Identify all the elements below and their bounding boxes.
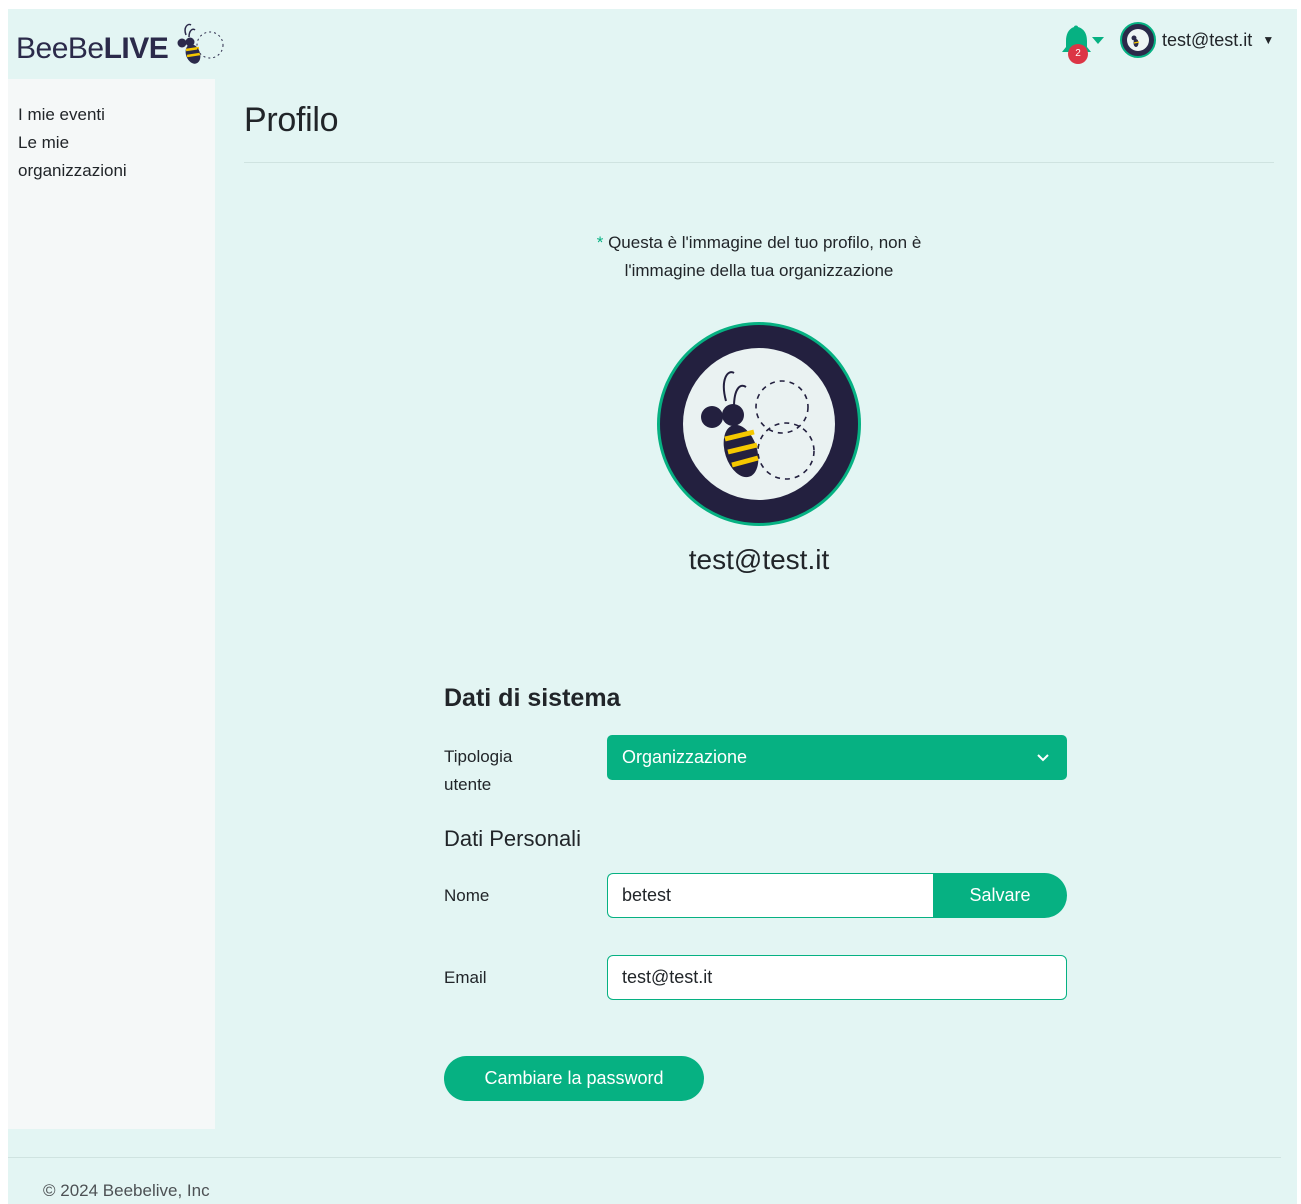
user-email-label: test@test.it [1162,29,1253,50]
brand-name-bold: LIVE [103,32,169,65]
sidebar: I mie eventi Le mie organizzazioni [8,79,215,1129]
notifications-bell[interactable]: 2 [1056,23,1108,64]
profile-image-note: * Questa è l'immagine del tuo profilo, n… [574,229,944,285]
user-type-selected-value: Organizzazione [622,747,748,767]
email-input[interactable] [607,955,1067,1000]
save-name-button[interactable]: Salvare [933,873,1067,918]
sidebar-item-my-organizations[interactable]: Le mie organizzazioni [18,129,148,185]
profile-email-heading: test@test.it [688,544,830,575]
user-type-select[interactable]: Organizzazione [607,735,1067,780]
note-text: Questa è l'immagine del tuo profilo, non… [608,233,922,280]
personal-data-title: Dati Personali [444,826,581,851]
change-password-button[interactable]: Cambiare la password [444,1056,704,1101]
caret-down-icon: ▼ [1262,33,1275,47]
footer-divider [8,1157,1281,1158]
user-dropdown[interactable]: test@test.it ▼ [1120,22,1274,58]
title-divider [244,162,1274,163]
app-container: BeeBe LIVE 2 test@test.it ▼ I mie eventi… [8,9,1297,1204]
note-asterisk: * [596,233,604,252]
brand-name-light: BeeBe [16,32,104,65]
name-label: Nome [444,886,490,905]
page-title: Profilo [244,101,339,139]
email-label: Email [444,968,487,987]
bee-logo-icon [177,23,224,64]
main-content: Profilo * Questa è l'immagine del tuo pr… [244,79,1274,1101]
name-input-group: Salvare [607,873,1067,918]
brand-logo[interactable]: BeeBe LIVE [16,23,226,71]
system-data-title: Dati di sistema [444,684,621,712]
user-avatar-icon [1120,22,1156,58]
chevron-down-icon [1037,754,1049,762]
notification-count-badge: 2 [1068,44,1088,64]
user-type-label: Tipologia utente [444,747,513,794]
name-input[interactable] [607,873,933,918]
sidebar-item-my-events[interactable]: I mie eventi [18,101,205,129]
top-navbar: BeeBe LIVE 2 test@test.it ▼ [8,9,1297,79]
profile-avatar[interactable] [654,319,864,529]
footer-copyright: © 2024 Beebelive, Inc [43,1181,210,1200]
